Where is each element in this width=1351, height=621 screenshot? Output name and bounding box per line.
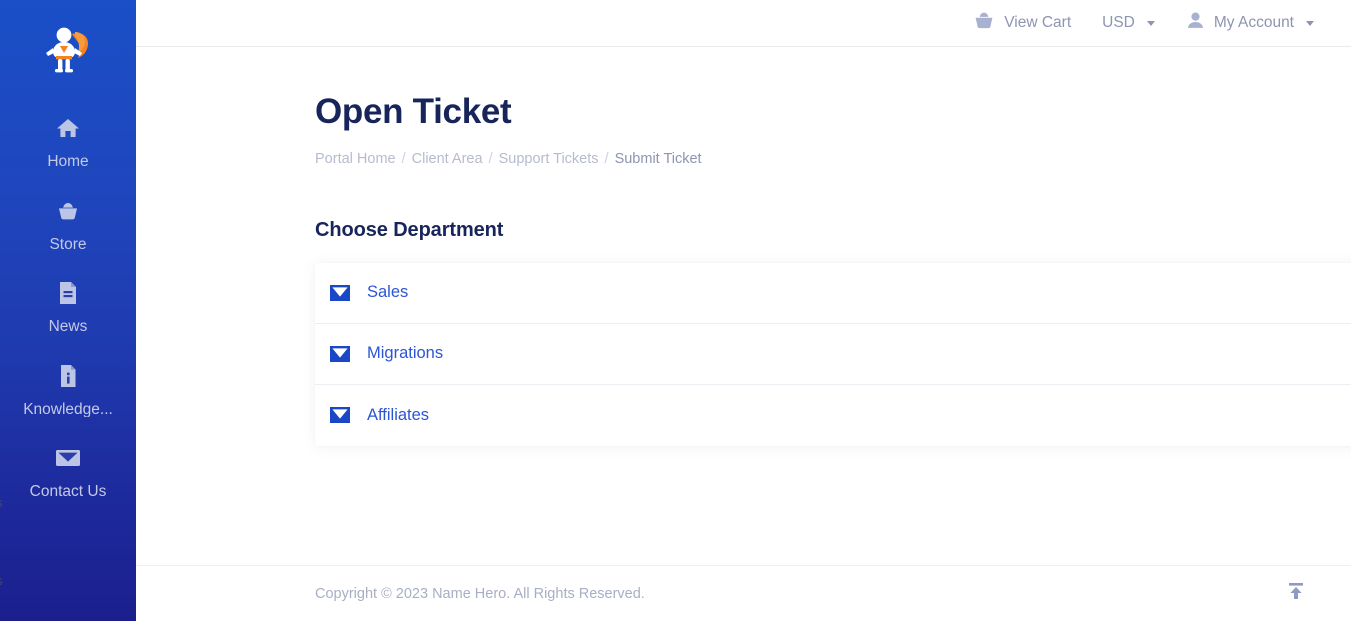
cart-basket-icon <box>973 11 995 35</box>
clipped-edge-glyph: s <box>0 496 3 509</box>
scroll-to-top-button[interactable] <box>1284 582 1308 606</box>
sidebar-item-news[interactable]: News <box>0 265 136 348</box>
sidebar-item-contact-us[interactable]: Contact Us <box>0 430 136 513</box>
user-icon <box>1186 11 1205 35</box>
view-cart-button[interactable]: View Cart <box>973 11 1071 35</box>
breadcrumb-current: Submit Ticket <box>614 150 702 167</box>
sidebar-nav: Home Store News Knowledge... Contact Us <box>0 92 136 513</box>
brand-logo[interactable] <box>0 0 136 92</box>
section-title-choose-department: Choose Department <box>315 218 504 241</box>
my-account-menu[interactable]: My Account <box>1186 11 1314 35</box>
sidebar-item-label: Knowledge... <box>23 401 113 417</box>
topbar: View Cart USD My Account <box>136 0 1351 47</box>
main-content: Open Ticket Portal Home / Client Area / … <box>136 47 1351 565</box>
department-list: Sales Migrations Affiliates <box>315 262 1351 446</box>
department-row-sales[interactable]: Sales <box>315 262 1351 324</box>
content-area: View Cart USD My Account Open Ticket Por… <box>136 0 1351 621</box>
document-icon <box>58 278 78 308</box>
currency-label: USD <box>1102 14 1135 31</box>
department-row-migrations[interactable]: Migrations <box>315 323 1351 385</box>
copyright-text: Copyright © 2023 Name Hero. All Rights R… <box>315 585 645 602</box>
my-account-label: My Account <box>1213 14 1294 31</box>
breadcrumb-item-client-area[interactable]: Client Area <box>412 151 483 167</box>
breadcrumb-separator: / <box>604 150 609 167</box>
envelope-icon <box>330 345 350 362</box>
sidebar-item-label: Home <box>47 154 89 170</box>
department-row-affiliates[interactable]: Affiliates <box>315 384 1351 446</box>
sidebar: Home Store News Knowledge... Contact Us <box>0 0 136 621</box>
envelope-icon <box>330 407 350 423</box>
envelope-icon <box>55 443 81 473</box>
department-label: Affiliates <box>367 405 430 424</box>
sidebar-item-home[interactable]: Home <box>0 100 136 183</box>
department-label: Migrations <box>367 344 444 362</box>
footer: Copyright © 2023 Name Hero. All Rights R… <box>136 565 1351 621</box>
knowledgebase-icon <box>58 361 78 391</box>
sidebar-item-label: Contact Us <box>29 484 107 500</box>
sidebar-item-label: Store <box>49 236 87 252</box>
page-title: Open Ticket <box>315 92 512 131</box>
breadcrumb-separator: / <box>488 150 493 167</box>
breadcrumb-item-portal-home[interactable]: Portal Home <box>315 151 396 167</box>
superhero-logo-icon <box>46 27 89 73</box>
sidebar-item-knowledgebase[interactable]: Knowledge... <box>0 348 136 431</box>
breadcrumb-item-support-tickets[interactable]: Support Tickets <box>499 151 599 167</box>
arrow-to-top-icon <box>1286 581 1306 606</box>
currency-selector[interactable]: USD <box>1102 14 1155 32</box>
sidebar-item-label: News <box>48 319 88 335</box>
chevron-down-icon <box>1146 20 1155 26</box>
clipped-edge-glyph: s <box>0 574 3 587</box>
envelope-icon <box>330 284 350 301</box>
view-cart-label: View Cart <box>1004 14 1072 31</box>
chevron-down-icon <box>1306 20 1314 26</box>
breadcrumb: Portal Home / Client Area / Support Tick… <box>315 151 1308 167</box>
basket-icon <box>56 196 80 226</box>
page-root: Home Store News Knowledge... Contact Us … <box>0 0 1351 621</box>
breadcrumb-separator: / <box>401 150 406 167</box>
home-icon <box>56 113 80 143</box>
sidebar-item-store[interactable]: Store <box>0 183 136 266</box>
department-label: Sales <box>367 283 409 301</box>
